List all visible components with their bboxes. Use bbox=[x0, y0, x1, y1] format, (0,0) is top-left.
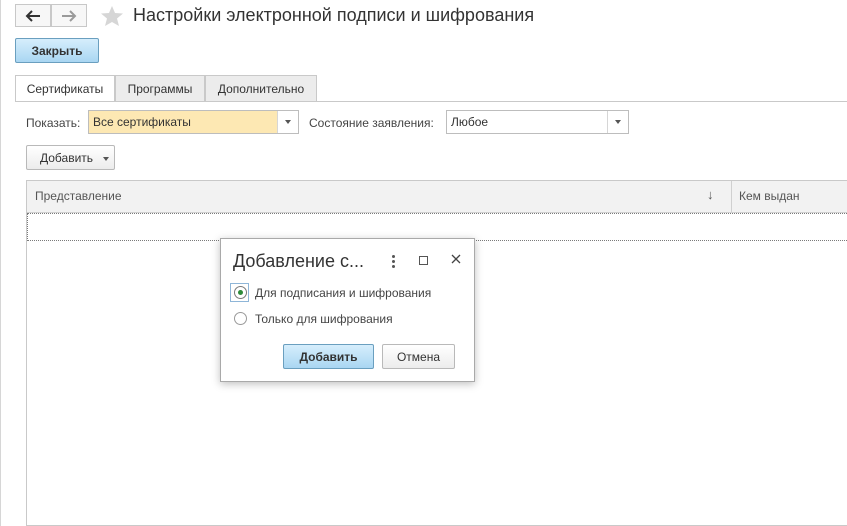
dropdown-arrow-icon[interactable] bbox=[607, 111, 628, 133]
tab-programs[interactable]: Программы bbox=[115, 75, 205, 101]
tab-certificates[interactable]: Сертификаты bbox=[15, 75, 115, 102]
radio-sign-and-encrypt-label[interactable]: Для подписания и шифрования bbox=[255, 286, 431, 300]
more-vertical-icon[interactable] bbox=[391, 254, 397, 270]
tab-advanced[interactable]: Дополнительно bbox=[205, 75, 317, 101]
radio-encrypt-only-label[interactable]: Только для шифрования bbox=[255, 312, 393, 326]
window-left-border bbox=[0, 0, 1, 526]
table-header: Представление ↓ Кем выдан bbox=[27, 181, 847, 213]
dialog-title: Добавление с... bbox=[233, 251, 364, 271]
dropdown-arrow-icon bbox=[103, 157, 109, 161]
column-header-issuer[interactable]: Кем выдан bbox=[739, 189, 800, 203]
back-arrow-icon bbox=[25, 10, 40, 22]
dialog-add-button[interactable]: Добавить bbox=[283, 344, 374, 369]
column-divider bbox=[731, 181, 732, 212]
back-button[interactable] bbox=[15, 4, 51, 27]
sort-desc-icon[interactable]: ↓ bbox=[707, 187, 714, 202]
add-certificate-dialog: Добавление с... Для подписания и шифрова… bbox=[220, 238, 475, 382]
radio-sign-and-encrypt[interactable] bbox=[234, 286, 247, 299]
forward-arrow-icon bbox=[62, 10, 77, 22]
radio-encrypt-only[interactable] bbox=[234, 312, 247, 325]
tab-strip-divider bbox=[15, 101, 847, 102]
maximize-icon[interactable] bbox=[419, 256, 428, 265]
column-header-representation[interactable]: Представление bbox=[35, 189, 122, 203]
status-filter-value: Любое bbox=[451, 115, 489, 129]
close-button[interactable]: Закрыть bbox=[15, 38, 99, 63]
status-filter-label: Состояние заявления: bbox=[309, 116, 434, 130]
add-button[interactable]: Добавить bbox=[26, 145, 115, 170]
show-filter-select[interactable]: Все сертификаты bbox=[88, 110, 299, 134]
status-filter-select[interactable]: Любое bbox=[446, 110, 629, 134]
favorite-star-icon[interactable] bbox=[100, 5, 124, 27]
show-filter-value: Все сертификаты bbox=[93, 115, 191, 129]
page-title: Настройки электронной подписи и шифрован… bbox=[133, 5, 535, 25]
show-filter-label: Показать: bbox=[26, 116, 81, 130]
table-row[interactable] bbox=[27, 213, 847, 241]
dialog-cancel-button[interactable]: Отмена bbox=[382, 344, 455, 369]
close-icon[interactable] bbox=[450, 253, 462, 265]
dropdown-arrow-icon[interactable] bbox=[277, 111, 298, 133]
add-button-label: Добавить bbox=[40, 150, 94, 165]
forward-button[interactable] bbox=[51, 4, 87, 27]
